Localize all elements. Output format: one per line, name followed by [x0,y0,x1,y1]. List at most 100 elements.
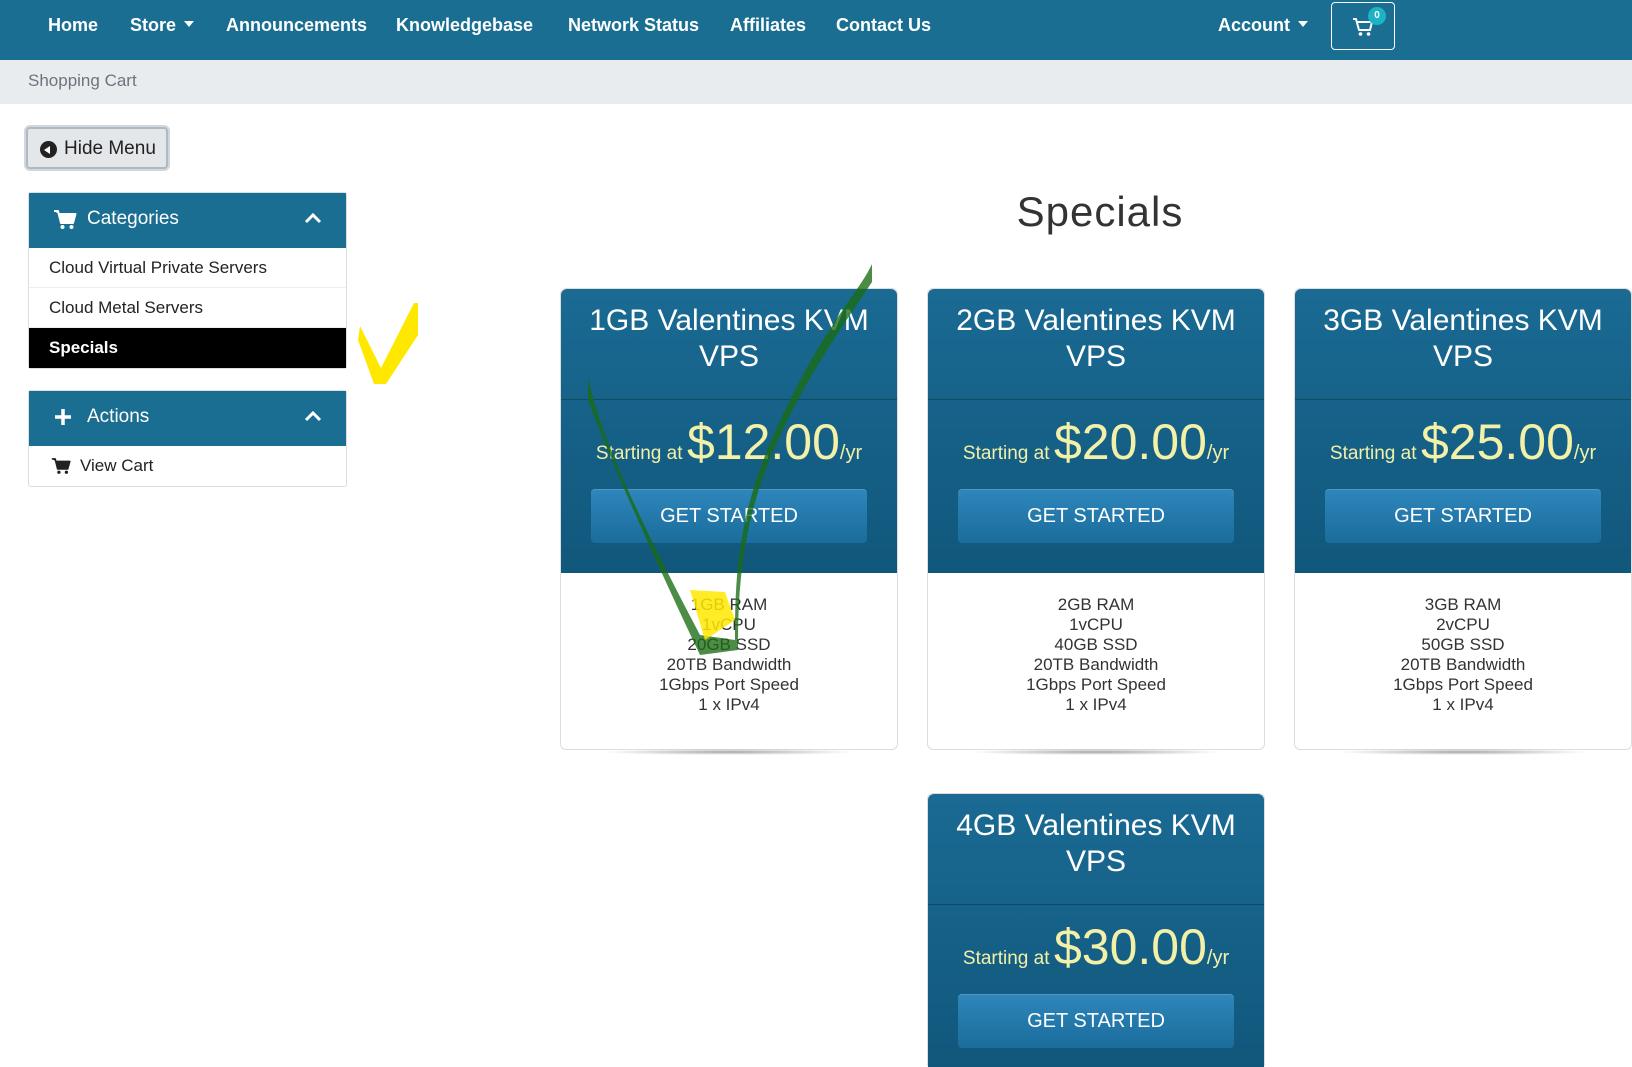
product-name: 3GB Valentines KVM VPS [1295,303,1631,375]
product-card-header: 4GB Valentines KVM VPS Starting at $30.00… [928,794,1264,1067]
plus-icon [55,409,71,425]
breadcrumb-current: Shopping Cart [28,71,137,90]
get-started-button[interactable]: GET STARTED [958,489,1234,543]
feature-item: 1 x IPv4 [1065,695,1127,714]
sidebar-item-label: Cloud Metal Servers [49,298,204,317]
categories-panel-header[interactable]: Categories [29,193,346,248]
product-name: 2GB Valentines KVM VPS [928,303,1264,375]
cart-count-badge: 0 [1368,7,1386,25]
page-title: Specials [1016,188,1184,235]
price-prefix: Starting at [962,948,1050,969]
divider [1295,399,1631,400]
sidebar-item-label: View Cart [80,456,154,475]
hide-menu-button[interactable]: Hide Menu [26,127,168,169]
feature-item: 1vCPU [702,615,756,634]
product-price: Starting at $30.00/yr [928,918,1264,976]
product-card: 1GB Valentines KVM VPS Starting at $12.00… [560,288,898,755]
product-card-header: 1GB Valentines KVM VPS Starting at $12.00… [561,289,897,573]
price-amount: $12.00 [686,414,840,470]
cart-icon [54,210,77,229]
feature-item: 3GB RAM [1424,595,1502,614]
product-name-line2: VPS [698,340,760,373]
cart-icon [51,458,71,474]
product-features: 2GB RAM 1vCPU 40GB SSD 20TB Bandwidth 1G… [928,595,1264,715]
product-name-line2: VPS [1065,340,1127,373]
product-name-line1: 3GB Valentines KVM [1323,304,1603,337]
nav-announcements[interactable]: Announcements [226,13,367,37]
actions-title: Actions [87,406,150,427]
divider [561,399,897,400]
product-price: Starting at $25.00/yr [1295,413,1631,471]
nav-account[interactable]: Account [1218,13,1308,37]
chevron-up-icon[interactable] [304,212,322,224]
get-started-button[interactable]: GET STARTED [591,489,867,543]
price-amount: $25.00 [1420,414,1574,470]
price-prefix: Starting at [962,443,1050,464]
chevron-down-icon [1298,21,1308,28]
nav-store[interactable]: Store [130,13,195,37]
feature-item: 1Gbps Port Speed [1393,675,1533,694]
product-name-line2: VPS [1065,845,1127,878]
chevron-up-icon[interactable] [304,410,322,422]
product-name: 1GB Valentines KVM VPS [561,303,897,375]
sidebar-item-label: Cloud Virtual Private Servers [49,258,267,277]
nav-affiliates[interactable]: Affiliates [730,13,806,37]
product-card-header: 3GB Valentines KVM VPS Starting at $25.00… [1295,289,1631,573]
actions-panel: Actions View Cart [28,390,347,487]
feature-item: 2vCPU [1436,615,1490,634]
get-started-button[interactable]: GET STARTED [958,994,1234,1048]
feature-item: 1 x IPv4 [1432,695,1494,714]
product-features: 3GB RAM 2vCPU 50GB SSD 20TB Bandwidth 1G… [1295,595,1631,715]
yellow-checkmark-annotation [358,303,418,384]
nav-store-label: Store [130,15,177,35]
feature-item: 1Gbps Port Speed [1026,675,1166,694]
nav-network-status[interactable]: Network Status [568,13,699,37]
hide-menu-label: Hide Menu [64,138,156,159]
card-shadow [601,749,857,755]
nav-contact-us[interactable]: Contact Us [836,13,931,37]
arrow-circle-left-icon [40,141,57,158]
price-period: /yr [1573,442,1597,464]
divider [928,399,1264,400]
price-period: /yr [839,442,863,464]
sidebar-item-view-cart[interactable]: View Cart [29,446,346,486]
product-name: 4GB Valentines KVM VPS [928,808,1264,880]
nav-account-label: Account [1218,15,1290,35]
price-period: /yr [1206,947,1230,969]
feature-item: 20TB Bandwidth [1400,655,1526,674]
chevron-down-icon [184,21,195,28]
top-navbar: Home Store Announcements Knowledgebase N… [0,0,1632,60]
cart-button[interactable]: 0 [1331,2,1395,50]
get-started-button[interactable]: GET STARTED [1325,489,1601,543]
feature-item: 1vCPU [1069,615,1123,634]
card-shadow [1335,749,1591,755]
sidebar-item-cloud-metal[interactable]: Cloud Metal Servers [29,288,346,328]
feature-item: 40GB SSD [1054,635,1138,654]
feature-item: 2GB RAM [1057,595,1135,614]
product-name-line1: 4GB Valentines KVM [956,809,1236,842]
product-name-line1: 2GB Valentines KVM [956,304,1236,337]
card-shadow [968,749,1224,755]
feature-item: 20TB Bandwidth [1033,655,1159,674]
price-period: /yr [1206,442,1230,464]
sidebar-item-specials[interactable]: Specials [29,328,346,368]
nav-home[interactable]: Home [48,13,98,37]
product-name-line2: VPS [1432,340,1494,373]
sidebar-item-label: Specials [49,338,118,357]
feature-item: 1GB RAM [690,595,768,614]
breadcrumb: Shopping Cart [0,60,1632,104]
product-card: 4GB Valentines KVM VPS Starting at $30.00… [927,793,1265,1067]
actions-panel-header[interactable]: Actions [29,391,346,446]
product-card: 2GB Valentines KVM VPS Starting at $20.00… [927,288,1265,755]
product-price: Starting at $20.00/yr [928,413,1264,471]
sidebar-item-cloud-vps[interactable]: Cloud Virtual Private Servers [29,248,346,288]
price-prefix: Starting at [1329,443,1417,464]
nav-knowledgebase[interactable]: Knowledgebase [396,13,533,37]
product-card-header: 2GB Valentines KVM VPS Starting at $20.00… [928,289,1264,573]
feature-item: 1Gbps Port Speed [659,675,799,694]
feature-item: 20GB SSD [687,635,771,654]
price-amount: $30.00 [1053,919,1207,975]
product-card: 3GB Valentines KVM VPS Starting at $25.00… [1294,288,1632,755]
product-features: 1GB RAM 1vCPU 20GB SSD 20TB Bandwidth 1G… [561,595,897,715]
divider [928,904,1264,905]
